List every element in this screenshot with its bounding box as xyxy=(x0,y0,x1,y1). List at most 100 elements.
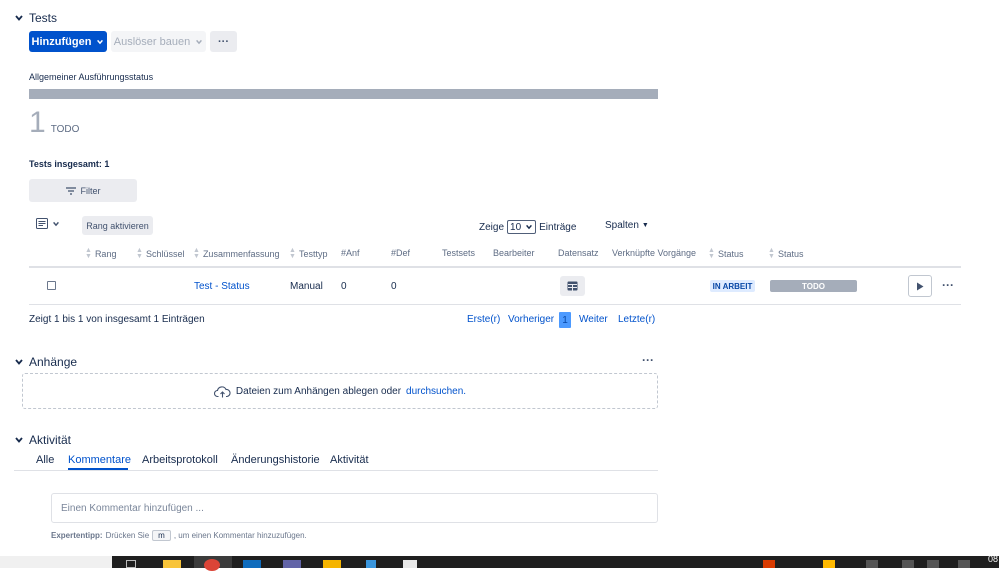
total-tests-label: Tests insgesamt: 1 xyxy=(29,159,110,169)
attachments-more-button[interactable]: ··· xyxy=(642,353,654,367)
more-icon: ··· xyxy=(642,353,654,367)
tray-icon-3[interactable] xyxy=(866,560,878,568)
pagination-first[interactable]: Erste(r) xyxy=(467,314,500,325)
more-actions-button[interactable]: ··· xyxy=(210,31,237,52)
dataset-icon xyxy=(567,281,578,291)
tray-icon-6[interactable] xyxy=(958,560,970,568)
page-size-control: Zeige 10 Einträge xyxy=(479,220,576,234)
row-checkbox[interactable] xyxy=(47,281,56,290)
filter-icon xyxy=(65,186,76,195)
more-icon: ··· xyxy=(218,35,229,48)
todo-summary: 1 TODO xyxy=(29,106,79,140)
pagination-next[interactable]: Weiter xyxy=(579,314,608,325)
tray-icon-2[interactable] xyxy=(823,560,835,568)
tab-worklog[interactable]: Arbeitsprotokoll xyxy=(142,454,218,466)
attachment-dropzone[interactable]: Dateien zum Anhängen ablegen oder durchs… xyxy=(22,373,658,409)
attachments-section-toggle[interactable]: Anhänge xyxy=(14,355,77,369)
col-header-testsets: Testsets xyxy=(442,248,476,258)
rank-enable-button[interactable]: Rang aktivieren xyxy=(82,216,153,235)
row-def: 0 xyxy=(391,281,397,292)
tests-section-toggle[interactable]: Tests xyxy=(14,11,57,25)
tab-activity[interactable]: Aktivität xyxy=(330,454,369,466)
outlook-icon[interactable] xyxy=(243,560,261,568)
col-header-datensatz: Datensatz xyxy=(558,248,599,258)
paint-icon[interactable] xyxy=(323,560,341,568)
teams-icon[interactable] xyxy=(283,560,301,568)
execution-status-label: Allgemeiner Ausführungsstatus xyxy=(29,72,154,82)
filter-button[interactable]: Filter xyxy=(29,179,137,202)
tab-history[interactable]: Änderungshistorie xyxy=(231,454,320,466)
file-explorer-icon[interactable] xyxy=(163,560,181,568)
app-icon[interactable] xyxy=(366,560,376,568)
chevron-down-icon xyxy=(15,437,23,443)
pagination-current[interactable]: 1 xyxy=(559,312,571,328)
show-label: Zeige xyxy=(479,221,505,233)
trigger-build-label: Auslöser bauen xyxy=(113,35,191,48)
tip-text-1: Drücken Sie xyxy=(105,531,150,540)
columns-label: Spalten xyxy=(605,220,639,231)
chevron-down-icon xyxy=(526,224,533,230)
dataset-button[interactable] xyxy=(560,276,585,296)
comment-placeholder: Einen Kommentar hinzufügen ... xyxy=(61,502,204,514)
activity-title: Aktivität xyxy=(29,433,72,447)
comment-input[interactable]: Einen Kommentar hinzufügen ... xyxy=(51,493,658,523)
status-badge-in-progress: IN ARBEIT xyxy=(710,280,755,292)
add-button-label: Hinzufügen xyxy=(31,35,92,48)
os-taskbar: 08 xyxy=(0,554,999,571)
tray-icon-4[interactable] xyxy=(902,560,914,568)
chrome-icon[interactable] xyxy=(194,556,232,571)
col-header-status[interactable]: ▲ ▼ Status xyxy=(708,247,743,260)
pagination-prev[interactable]: Vorheriger xyxy=(508,314,554,325)
taskbar-clock[interactable]: 08 xyxy=(988,554,998,564)
pagination-last[interactable]: Letzte(r) xyxy=(618,314,655,325)
row-more-button[interactable]: ··· xyxy=(942,278,954,292)
table-view-icon xyxy=(36,218,48,229)
taskbar-left-area xyxy=(0,556,112,568)
page-size-select[interactable]: 10 xyxy=(507,220,537,234)
view-toggle[interactable] xyxy=(36,218,60,229)
tab-all[interactable]: Alle xyxy=(36,454,54,466)
trigger-build-button[interactable]: Auslöser bauen xyxy=(111,31,206,52)
todo-count: 1 xyxy=(29,106,46,139)
tab-comments[interactable]: Kommentare xyxy=(68,454,131,466)
chevron-down-icon xyxy=(15,15,23,21)
row-summary-link[interactable]: Test - Status xyxy=(194,281,250,292)
status-badge-todo: TODO xyxy=(770,280,857,292)
table-info-text: Zeigt 1 bis 1 von insgesamt 1 Einträgen xyxy=(29,314,205,325)
chrome-logo-icon xyxy=(204,559,220,571)
chevron-down-icon xyxy=(196,39,203,44)
cloud-upload-icon xyxy=(213,385,231,397)
row-testtype: Manual xyxy=(290,281,323,292)
chevron-down-icon xyxy=(15,359,23,365)
tip-label: Expertentipp: xyxy=(51,531,103,540)
sort-icon: ▲ ▼ xyxy=(85,247,92,260)
filter-label: Filter xyxy=(80,185,101,196)
task-view-icon[interactable] xyxy=(126,560,136,568)
execution-progress-bar xyxy=(29,89,658,99)
expert-tip: Expertentipp: Drücken Sie m , um einen K… xyxy=(51,530,307,541)
chevron-down-icon xyxy=(53,221,59,226)
col-header-linked-issues: Verknüpfte Vorgänge xyxy=(612,248,697,258)
sort-icon: ▲ ▼ xyxy=(708,247,715,260)
tray-icon-5[interactable] xyxy=(927,560,939,568)
dropzone-text: Dateien zum Anhängen ablegen oder xyxy=(235,385,402,397)
col-header-zusammenfassung[interactable]: ▲ ▼ Zusammenfassung xyxy=(193,247,279,260)
run-test-button[interactable] xyxy=(908,275,932,297)
tray-icon-1[interactable] xyxy=(763,560,775,568)
caret-down-icon: ▼ xyxy=(641,222,649,229)
col-header-testtyp[interactable]: ▲ ▼ Testtyp xyxy=(289,247,327,260)
page-size-value: 10 xyxy=(510,221,522,233)
col-header-rang[interactable]: ▲ ▼ Rang xyxy=(85,247,116,260)
columns-button[interactable]: Spalten ▼ xyxy=(605,220,649,231)
add-button[interactable]: Hinzufügen xyxy=(29,31,107,52)
row-anf: 0 xyxy=(341,281,347,292)
col-header-schluessel[interactable]: ▲ ▼ Schlüssel xyxy=(136,247,184,260)
activity-section-toggle[interactable]: Aktivität xyxy=(14,433,71,447)
tip-key: m xyxy=(152,530,171,541)
sort-icon: ▲ ▼ xyxy=(136,247,143,260)
tip-text-2: , um einen Kommentar hinzuzufügen. xyxy=(173,531,307,540)
document-icon[interactable] xyxy=(403,560,417,568)
browse-link[interactable]: durchsuchen. xyxy=(406,386,466,397)
col-header-status-2[interactable]: ▲ ▼ Status xyxy=(768,247,803,260)
entries-label: Einträge xyxy=(539,221,577,233)
